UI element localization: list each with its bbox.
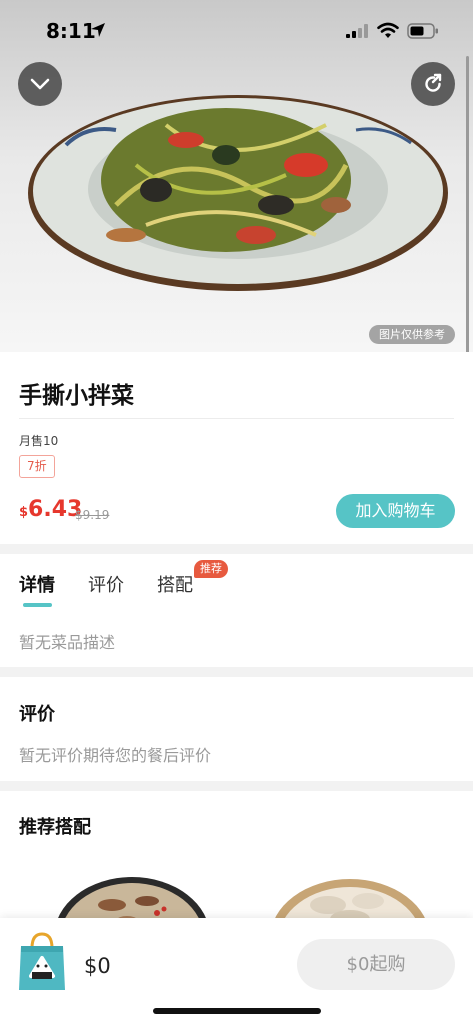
status-time: 8:11 — [46, 19, 96, 43]
reviews-section: 评价 暂无评价期待您的餐后评价 — [0, 677, 473, 781]
current-price: $6.43 — [19, 497, 82, 522]
tab-pairing[interactable]: 搭配 — [157, 571, 193, 597]
divider — [19, 418, 454, 419]
add-to-cart-button[interactable]: 加入购物车 — [336, 494, 455, 528]
discount-badge: 7折 — [19, 455, 55, 478]
shopping-bag-icon[interactable] — [18, 930, 66, 992]
detail-tabs-section: 详情 评价 搭配 推荐 暂无菜品描述 — [0, 554, 473, 667]
tab-details[interactable]: 详情 — [19, 571, 55, 597]
status-bar: 8:11 — [0, 0, 473, 60]
cart-total: $0 — [84, 954, 111, 978]
product-hero: 8:11 图片仅供参考 — [0, 0, 473, 352]
reviews-empty-text: 暂无评价期待您的餐后评价 — [19, 746, 212, 765]
home-indicator — [153, 1008, 321, 1014]
cart-bar: $0 $0起购 — [0, 918, 473, 1024]
active-tab-indicator — [23, 603, 52, 607]
currency-symbol: $ — [19, 505, 29, 520]
recommended-title: 推荐搭配 — [19, 817, 91, 838]
dish-image — [28, 95, 448, 291]
location-arrow-icon — [91, 23, 105, 37]
checkout-button[interactable]: $0起购 — [297, 939, 455, 990]
recommend-badge: 推荐 — [194, 560, 228, 578]
tab-reviews[interactable]: 评价 — [88, 571, 124, 597]
product-info-card: 手撕小拌菜 月售10 7折 $6.43 $9.19 加入购物车 — [0, 352, 473, 544]
scrollbar[interactable] — [466, 56, 469, 370]
wifi-icon — [377, 22, 399, 38]
reviews-title: 评价 — [19, 704, 55, 725]
battery-icon — [407, 23, 438, 39]
details-empty-text: 暂无菜品描述 — [19, 633, 116, 652]
signal-icon — [346, 24, 368, 38]
product-name: 手撕小拌菜 — [19, 383, 134, 409]
monthly-sales: 月售10 — [19, 434, 59, 448]
original-price: $9.19 — [75, 508, 110, 522]
image-reference-tag: 图片仅供参考 — [369, 325, 455, 344]
